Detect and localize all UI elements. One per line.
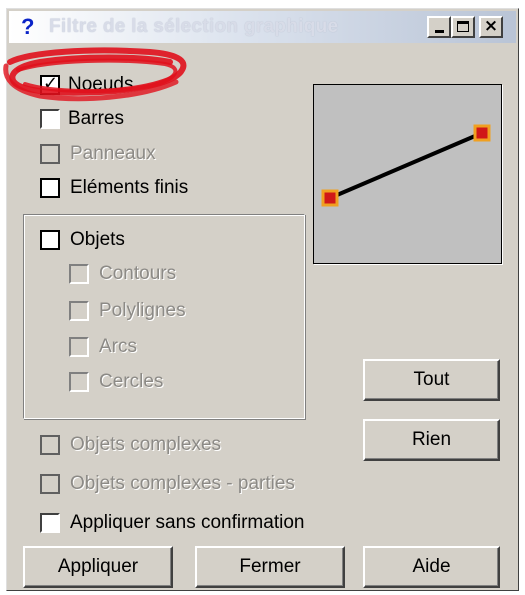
selection-preview xyxy=(313,84,502,264)
checkbox-objets-complexes-parties xyxy=(40,474,60,494)
option-barres[interactable]: Barres xyxy=(40,106,124,132)
checkbox-cercles xyxy=(69,372,89,392)
close-icon: × xyxy=(483,16,499,36)
checkbox-barres[interactable] xyxy=(40,109,60,129)
option-arcs-label: Arcs xyxy=(99,336,137,357)
option-appliquer-sans-confirmation[interactable]: Appliquer sans confirmation xyxy=(40,510,304,536)
checkbox-contours xyxy=(69,264,89,284)
option-noeuds[interactable]: ✓ Noeuds xyxy=(40,72,134,98)
preview-graphic xyxy=(321,124,491,207)
preview-node-end xyxy=(473,124,491,142)
checkbox-polylignes xyxy=(69,301,89,321)
rien-button[interactable]: Rien xyxy=(363,419,500,461)
option-contours-label: Contours xyxy=(99,263,177,284)
option-objets-label: Objets xyxy=(70,229,125,250)
tout-button[interactable]: Tout xyxy=(363,359,500,401)
option-panneaux: Panneaux xyxy=(40,141,156,167)
help-question-icon[interactable]: ? xyxy=(21,14,34,40)
option-arcs: Arcs xyxy=(69,334,137,360)
option-elements-finis[interactable]: Eléments finis xyxy=(40,175,188,201)
option-objets-complexes: Objets complexes xyxy=(40,432,221,458)
option-panneaux-label: Panneaux xyxy=(70,143,156,164)
option-noeuds-label: Noeuds xyxy=(68,74,134,95)
maximize-icon xyxy=(457,21,469,32)
option-polylignes: Polylignes xyxy=(69,298,186,324)
checkbox-elements-finis[interactable] xyxy=(40,178,60,198)
checkbox-noeuds[interactable]: ✓ xyxy=(40,73,60,95)
option-cercles: Cercles xyxy=(69,369,163,395)
preview-node-start xyxy=(321,189,339,207)
option-elements-finis-label: Eléments finis xyxy=(70,177,189,198)
option-objets-complexes-label: Objets complexes xyxy=(70,434,222,455)
option-objets-complexes-parties: Objets complexes - parties xyxy=(40,471,295,497)
checkbox-objets[interactable] xyxy=(40,230,60,250)
option-barres-label: Barres xyxy=(68,108,124,129)
option-contours: Contours xyxy=(69,261,176,287)
fermer-button[interactable]: Fermer xyxy=(195,546,345,588)
checkbox-objets-complexes xyxy=(40,435,60,455)
preview-bar-line xyxy=(329,131,483,200)
option-cercles-label: Cercles xyxy=(99,371,164,392)
dialog-window: ? Filtre de la sélection graphique × ✓ N… xyxy=(6,8,519,591)
maximize-button[interactable] xyxy=(451,16,475,38)
option-objets[interactable]: Objets xyxy=(40,227,125,253)
option-objets-complexes-parties-label: Objets complexes - parties xyxy=(70,473,295,494)
close-button[interactable]: × xyxy=(479,16,503,38)
minimize-button[interactable] xyxy=(427,16,451,38)
aide-button[interactable]: Aide xyxy=(363,546,500,588)
window-title: Filtre de la sélection graphique xyxy=(49,16,339,37)
checkbox-panneaux xyxy=(40,144,60,164)
checkmark-icon: ✓ xyxy=(43,73,59,94)
checkbox-appliquer-sans-confirmation[interactable] xyxy=(40,513,60,533)
title-bar[interactable]: ? Filtre de la sélection graphique × xyxy=(9,11,516,43)
option-appliquer-sans-confirmation-label: Appliquer sans confirmation xyxy=(70,512,305,533)
minimize-icon xyxy=(435,30,444,33)
checkbox-arcs xyxy=(69,337,89,357)
option-polylignes-label: Polylignes xyxy=(99,300,186,321)
appliquer-button[interactable]: Appliquer xyxy=(23,546,173,588)
